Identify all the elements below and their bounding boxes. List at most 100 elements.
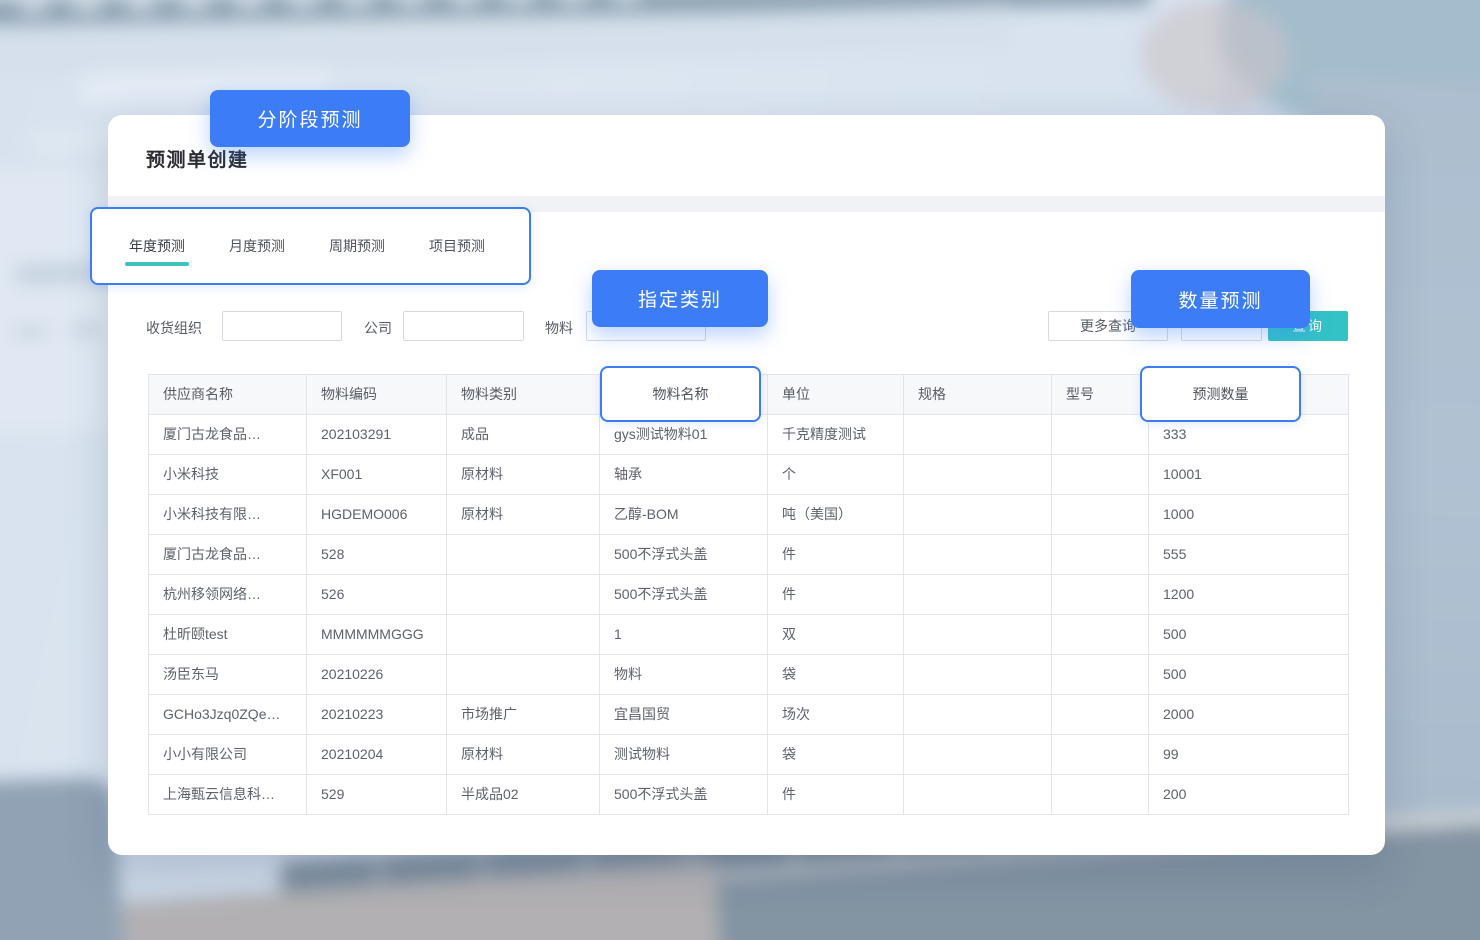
table-cell — [447, 575, 600, 615]
table-row[interactable]: 小米科技有限…HGDEMO006原材料乙醇-BOM吨（美国）1000 — [149, 495, 1350, 535]
table-cell — [1052, 535, 1149, 575]
table-row[interactable]: 小米科技XF001原材料轴承个10001 — [149, 455, 1350, 495]
table-cell: 袋 — [768, 735, 904, 775]
tab-2[interactable]: 周期预测 — [329, 238, 385, 254]
forecast-table: 供应商名称物料编码物料类别物料名称单位规格型号预测数量厦门古龙食品…202103… — [148, 374, 1350, 815]
table-cell: 500 — [1149, 615, 1349, 655]
table-cell: 宜昌国贸 — [600, 695, 768, 735]
forecast-qty-column-header: 预测数量 — [1193, 384, 1249, 404]
table-cell — [904, 775, 1052, 815]
column-header: 单位 — [768, 375, 904, 415]
table-cell — [447, 655, 600, 695]
tab-label: 月度预测 — [229, 238, 285, 254]
table-cell: 成品 — [447, 415, 600, 455]
table-row[interactable]: 小小有限公司20210204原材料测试物料袋99 — [149, 735, 1350, 775]
table-cell — [1052, 415, 1149, 455]
table-cell — [1052, 655, 1149, 695]
table-cell — [904, 615, 1052, 655]
table-cell: 吨（美国） — [768, 495, 904, 535]
quantity-forecast-badge: 数量预测 — [1131, 270, 1310, 328]
table-cell: XF001 — [307, 455, 447, 495]
table-row[interactable]: GCHo3Jzq0ZQe…20210223市场推广宜昌国贸场次 2000 — [149, 695, 1350, 735]
table-cell: 杭州移领网络… — [149, 575, 307, 615]
table-cell: 小米科技有限… — [149, 495, 307, 535]
tab-3[interactable]: 项目预测 — [429, 238, 485, 254]
table-cell: 上海甄云信息科… — [149, 775, 307, 815]
table-cell: 千克精度测试 — [768, 415, 904, 455]
table-cell — [904, 535, 1052, 575]
table-cell: 物料 — [600, 655, 768, 695]
screen: 预测单创建 收货组织 公司 物料 更多查询 查询 供应商名称物料编码物料类别物料… — [0, 0, 1480, 940]
table-cell: 件 — [768, 575, 904, 615]
table-cell — [1052, 615, 1149, 655]
table-cell — [1052, 695, 1149, 735]
page-title: 预测单创建 — [146, 145, 249, 172]
tab-label: 项目预测 — [429, 238, 485, 254]
table-cell: 99 — [1149, 735, 1349, 775]
table-cell: 原材料 — [447, 455, 600, 495]
table-cell: 场次 — [768, 695, 904, 735]
tabs-highlight-box: 年度预测 月度预测 周期预测 项目预测 — [90, 207, 531, 285]
company-label: 公司 — [364, 318, 392, 338]
table-cell: 500不浮式头盖 — [600, 775, 768, 815]
table-cell — [904, 695, 1052, 735]
table-cell: 乙醇-BOM — [600, 495, 768, 535]
table-cell — [904, 575, 1052, 615]
table-cell — [904, 495, 1052, 535]
table-cell: 双 — [768, 615, 904, 655]
table-cell — [1052, 575, 1149, 615]
table-cell: 件 — [768, 535, 904, 575]
table-cell — [1052, 495, 1149, 535]
table-row[interactable]: 上海甄云信息科…529半成品02500不浮式头盖件200 — [149, 775, 1350, 815]
material-label: 物料 — [545, 318, 573, 338]
table-cell: 1000 — [1149, 495, 1349, 535]
table-cell: 件 — [768, 775, 904, 815]
table-cell: 20210226 — [307, 655, 447, 695]
table-cell: 厦门古龙食品… — [149, 535, 307, 575]
table-cell: 杜昕颐test — [149, 615, 307, 655]
table-cell: 1200 — [1149, 575, 1349, 615]
table-cell: 555 — [1149, 535, 1349, 575]
tab-1[interactable]: 月度预测 — [229, 238, 285, 254]
forecast-qty-highlight-box: 预测数量 — [1140, 366, 1301, 422]
table-cell — [1052, 455, 1149, 495]
column-header: 规格 — [904, 375, 1052, 415]
table-cell: 202103291 — [307, 415, 447, 455]
table-cell: 个 — [768, 455, 904, 495]
table-cell: 2000 — [1149, 695, 1349, 735]
table-cell — [1052, 775, 1149, 815]
column-header: 物料类别 — [447, 375, 600, 415]
table-cell: 袋 — [768, 655, 904, 695]
table-cell: 528 — [307, 535, 447, 575]
table-cell: 500不浮式头盖 — [600, 535, 768, 575]
table-cell: 20210204 — [307, 735, 447, 775]
material-name-highlight-box: 物料名称 — [600, 366, 761, 422]
table-cell: 测试物料 — [600, 735, 768, 775]
tab-label: 周期预测 — [329, 238, 385, 254]
tab-label: 年度预测 — [129, 238, 185, 254]
table-cell: 小米科技 — [149, 455, 307, 495]
table-cell: 526 — [307, 575, 447, 615]
table-cell: 原材料 — [447, 735, 600, 775]
table-cell — [904, 415, 1052, 455]
column-header: 型号 — [1052, 375, 1149, 415]
table-cell: 1 — [600, 615, 768, 655]
table-row[interactable]: 杭州移领网络…526500不浮式头盖件1200 — [149, 575, 1350, 615]
company-input[interactable] — [403, 311, 524, 341]
phased-forecast-badge: 分阶段预测 — [210, 90, 410, 147]
table-cell: 10001 — [1149, 455, 1349, 495]
receiving-org-input[interactable] — [222, 311, 342, 341]
tab-0[interactable]: 年度预测 — [129, 238, 185, 254]
table-cell — [904, 455, 1052, 495]
table-cell: 529 — [307, 775, 447, 815]
table-row[interactable]: 厦门古龙食品…528 500不浮式头盖件 555 — [149, 535, 1350, 575]
table-cell: HGDEMO006 — [307, 495, 447, 535]
table-cell: 20210223 — [307, 695, 447, 735]
table-row[interactable]: 杜昕颐testMMMMMMGGG1双500 — [149, 615, 1350, 655]
table-cell: GCHo3Jzq0ZQe… — [149, 695, 307, 735]
table-cell: 半成品02 — [447, 775, 600, 815]
table-cell: 市场推广 — [447, 695, 600, 735]
table-cell: 厦门古龙食品… — [149, 415, 307, 455]
table-row[interactable]: 汤臣东马20210226物料袋500 — [149, 655, 1350, 695]
specify-category-badge: 指定类别 — [592, 270, 768, 327]
